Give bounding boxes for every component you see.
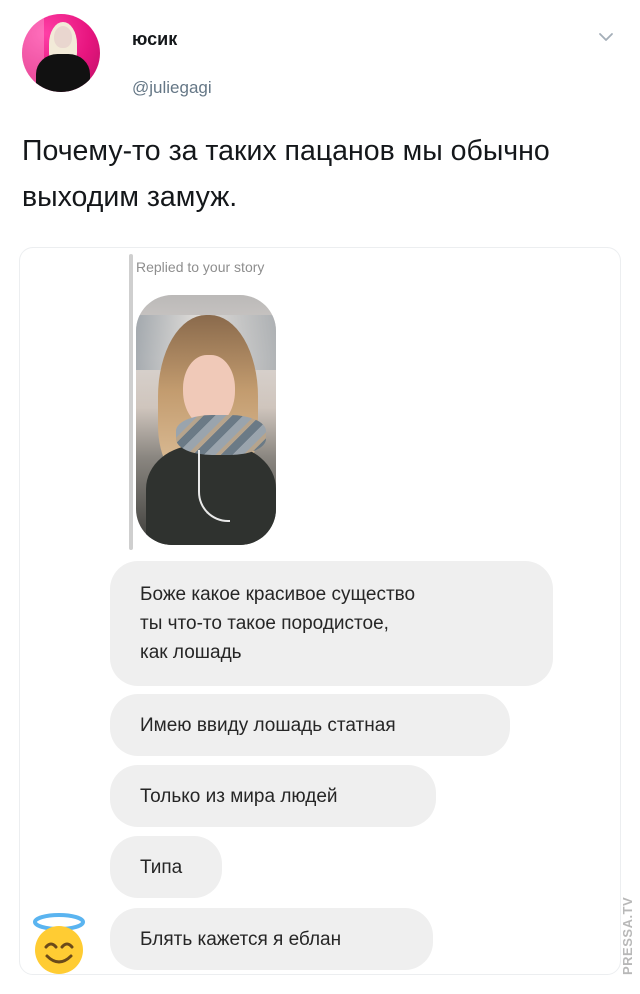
message-bubble: Имею ввиду лошадь статная	[110, 694, 510, 756]
display-name[interactable]: юсик	[132, 29, 177, 50]
message-text: Боже какое красивое существо ты что-то т…	[140, 584, 416, 663]
message-text: Блять кажется я еблан	[140, 928, 342, 950]
tweet-text: Почему-то за таких пацанов мы обычно вых…	[22, 135, 550, 213]
avatar-body	[36, 54, 90, 92]
avatar-face	[54, 26, 72, 48]
user-handle[interactable]: @juliegagi	[132, 78, 212, 98]
attached-screenshot[interactable]: Replied to your story Боже какое красиво…	[19, 247, 621, 975]
smiling-face-with-halo-icon	[33, 913, 85, 974]
story-scarf	[176, 415, 266, 455]
reply-quote-bar	[129, 254, 133, 550]
chevron-down-icon[interactable]	[598, 29, 614, 45]
message-bubble: Типа	[110, 836, 222, 898]
message-text: Типа	[140, 856, 183, 878]
story-thumbnail[interactable]	[136, 295, 276, 545]
message-bubble: Только из мира людей	[110, 765, 436, 827]
message-bubble: Боже какое красивое существо ты что-то т…	[110, 561, 553, 686]
reply-label: Replied to your story	[136, 259, 265, 275]
watermark: PRESSA.TV	[620, 896, 635, 975]
message-text: Имею ввиду лошадь статная	[140, 714, 396, 736]
message-bubble: Блять кажется я еблан	[110, 908, 433, 970]
message-text: Только из мира людей	[140, 785, 338, 807]
profile-avatar[interactable]	[22, 14, 100, 92]
